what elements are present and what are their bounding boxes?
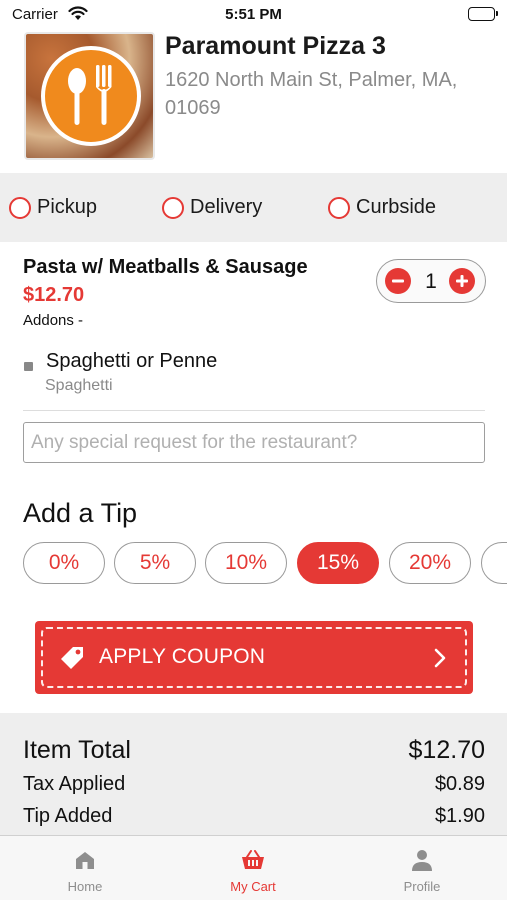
tag-icon [57, 643, 87, 678]
tab-label: Profile [403, 879, 441, 894]
radio-button[interactable] [328, 196, 350, 219]
tip-option-5[interactable]: 5% [114, 542, 196, 584]
item-name: Pasta w/ Meatballs & Sausage [23, 256, 308, 278]
item-total-row: Item Total $12.70 [23, 736, 485, 765]
special-request-input[interactable] [23, 422, 485, 463]
order-type-label: Pickup [37, 196, 98, 218]
addons-label: Addons - [23, 312, 84, 329]
restaurant-logo [24, 32, 155, 160]
plus-icon [456, 275, 468, 287]
tax-row: Tax Applied $0.89 [23, 773, 485, 796]
order-type-label: Delivery [190, 196, 263, 218]
spoon-fork-icon [41, 46, 141, 146]
order-type-pickup[interactable]: Pickup [9, 196, 97, 219]
tip-options: 0% 5% 10% 15% 20% [23, 542, 507, 584]
restaurant-name: Paramount Pizza 3 [165, 32, 386, 60]
coupon-label: APPLY COUPON [99, 645, 266, 668]
tip-added-value: $1.90 [434, 805, 485, 827]
item-total-value: $12.70 [408, 736, 485, 764]
tip-added-label: Tip Added [23, 805, 113, 827]
tab-profile[interactable]: Profile [362, 848, 482, 894]
clock: 5:51 PM [225, 6, 282, 23]
tip-option-10[interactable]: 10% [205, 542, 287, 584]
tip-option-15[interactable]: 15% [297, 542, 379, 584]
radio-button[interactable] [9, 196, 31, 219]
tax-label: Tax Applied [23, 773, 126, 795]
battery-icon [468, 7, 498, 21]
tip-option-0[interactable]: 0% [23, 542, 105, 584]
status-bar: Carrier 5:51 PM [0, 0, 507, 30]
bullet-icon [24, 362, 33, 371]
item-total-label: Item Total [23, 736, 131, 764]
chevron-right-icon [433, 648, 447, 673]
order-type-selector: Pickup Delivery Curbside [0, 173, 507, 242]
increase-quantity-button[interactable] [449, 268, 475, 294]
radio-button[interactable] [162, 196, 184, 219]
option-label: Spaghetti or Penne [46, 350, 218, 372]
item-price: $12.70 [23, 284, 85, 306]
tab-home[interactable]: Home [25, 848, 145, 894]
apply-coupon-button[interactable]: APPLY COUPON [35, 621, 473, 694]
tip-option-more[interactable] [481, 542, 507, 584]
divider [23, 410, 485, 411]
order-summary: Item Total $12.70 Tax Applied $0.89 Tip … [0, 713, 507, 835]
person-icon [362, 848, 482, 872]
tab-bar: Home My Cart Profile [0, 835, 507, 900]
order-type-curbside[interactable]: Curbside [328, 196, 436, 219]
order-type-delivery[interactable]: Delivery [162, 196, 262, 219]
restaurant-address: 1620 North Main St, Palmer, MA, 01069 [165, 69, 458, 119]
tip-row: Tip Added $1.90 [23, 805, 485, 828]
tab-label: My Cart [230, 879, 276, 894]
tab-label: Home [67, 879, 103, 894]
basket-icon [193, 848, 313, 872]
tip-heading: Add a Tip [23, 498, 138, 528]
tip-option-20[interactable]: 20% [389, 542, 471, 584]
tab-my-cart[interactable]: My Cart [193, 848, 313, 894]
restaurant-header: Paramount Pizza 3 1620 North Main St, Pa… [0, 30, 507, 172]
quantity-stepper: 1 [376, 259, 486, 303]
home-icon [25, 848, 145, 872]
option-value: Spaghetti [45, 377, 113, 394]
order-type-label: Curbside [356, 196, 437, 218]
tax-value: $0.89 [434, 773, 485, 795]
